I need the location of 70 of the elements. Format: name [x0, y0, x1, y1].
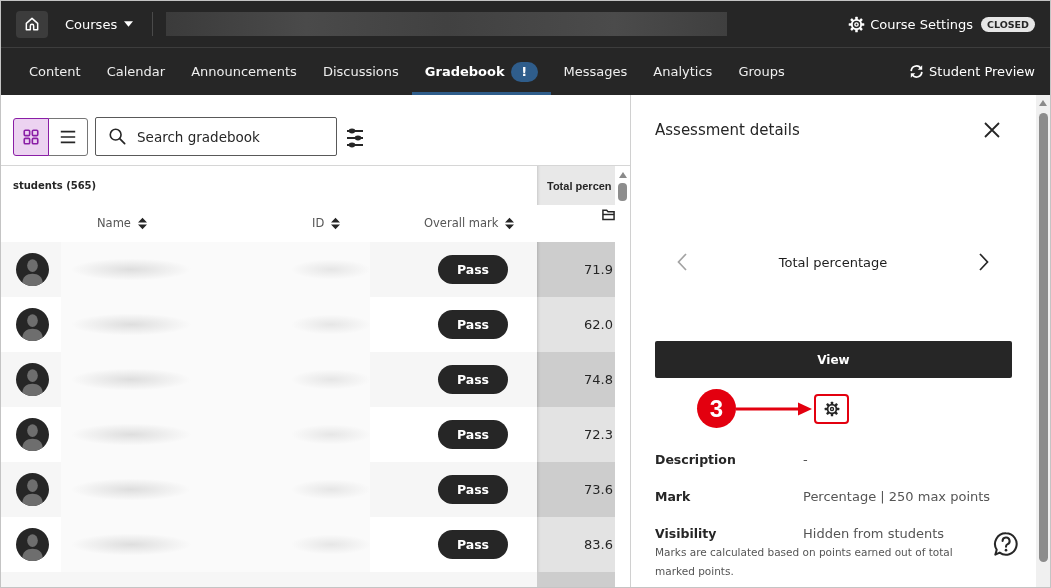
field-label: Description — [655, 451, 736, 469]
table-cell: 73.6 — [537, 462, 615, 517]
table-cell: 74.8 — [537, 352, 615, 407]
alert-badge: ! — [510, 61, 538, 82]
student-preview-button[interactable]: Student Preview — [908, 48, 1035, 95]
table-cell: 72.3 — [537, 407, 615, 462]
nav-tab[interactable]: Groups — [725, 48, 798, 95]
sort-icon — [331, 216, 341, 230]
panel-title: Assessment details — [655, 120, 800, 140]
avatar-icon — [16, 418, 49, 451]
home-button[interactable] — [16, 10, 48, 38]
scroll-up-icon[interactable] — [618, 172, 627, 178]
overall-mark-badge: Pass — [438, 475, 508, 504]
close-icon[interactable] — [984, 122, 1000, 138]
scrollbar-thumb[interactable] — [1038, 113, 1048, 562]
item-title: Total percentage — [778, 254, 888, 270]
sort-icon — [137, 216, 147, 230]
column-header[interactable]: Name — [97, 215, 147, 231]
table-cell: 71.9 — [537, 242, 615, 297]
field-note: Marks are calculated based on points earned out of total marked points. — [655, 545, 954, 579]
nav-tab[interactable]: Announcements — [178, 48, 310, 95]
view-button[interactable]: View — [655, 341, 1012, 378]
field-label: Visibility — [655, 525, 717, 543]
callout-number-badge: 3 — [697, 389, 736, 428]
sliders-icon[interactable] — [347, 128, 363, 148]
grid-view-button[interactable] — [13, 118, 49, 156]
folder-icon[interactable] — [602, 208, 615, 221]
avatar-icon — [16, 308, 49, 341]
field-label: Mark — [655, 488, 691, 506]
home-icon — [24, 16, 40, 32]
scroll-up-icon[interactable] — [1039, 100, 1047, 106]
avatar-icon — [16, 473, 49, 506]
search-field[interactable]: Search gradebook — [95, 117, 337, 156]
overall-mark-badge: Pass — [438, 530, 508, 559]
nav-tab[interactable]: Analytics — [640, 48, 726, 95]
list-icon — [59, 128, 77, 146]
scrollbar-thumb[interactable] — [618, 183, 627, 201]
nav-tab[interactable]: Messages — [550, 48, 641, 95]
chevron-right-icon[interactable] — [979, 253, 989, 271]
gear-icon — [848, 15, 866, 33]
table-cell: 62.0 — [537, 297, 615, 352]
search-icon — [108, 127, 126, 145]
field-value: Percentage | 250 max points — [803, 488, 991, 506]
avatar-icon — [16, 363, 49, 396]
grid-icon — [22, 128, 40, 146]
status-badge: CLOSED — [981, 16, 1035, 32]
sync-icon — [908, 63, 926, 80]
help-icon[interactable] — [993, 531, 1019, 557]
overall-mark-badge: Pass — [438, 365, 508, 394]
table-cell: 83.6 — [537, 517, 615, 572]
avatar-icon — [16, 528, 49, 561]
nav-tab[interactable]: Calendar — [93, 48, 179, 95]
course-settings-button[interactable]: Course Settings — [848, 15, 973, 33]
field-value: Hidden from students — [803, 525, 945, 543]
column-header[interactable]: Total percen — [537, 166, 615, 205]
avatar-icon — [16, 253, 49, 286]
gear-icon[interactable] — [823, 400, 840, 417]
column-header[interactable]: Overall mark — [424, 215, 515, 231]
courses-menu-button[interactable]: Courses — [65, 16, 134, 32]
overall-mark-badge: Pass — [438, 310, 508, 339]
list-view-button[interactable] — [48, 118, 88, 156]
student-count: students (565) — [13, 179, 97, 193]
sort-icon — [505, 216, 515, 230]
column-header[interactable]: ID — [312, 215, 341, 231]
field-value: - — [803, 451, 808, 469]
caret-down-icon — [124, 21, 134, 27]
overall-mark-badge: Pass — [438, 255, 508, 284]
overall-mark-badge: Pass — [438, 420, 508, 449]
nav-tab[interactable]: Content — [16, 48, 94, 95]
nav-tab[interactable]: Discussions — [309, 48, 412, 95]
